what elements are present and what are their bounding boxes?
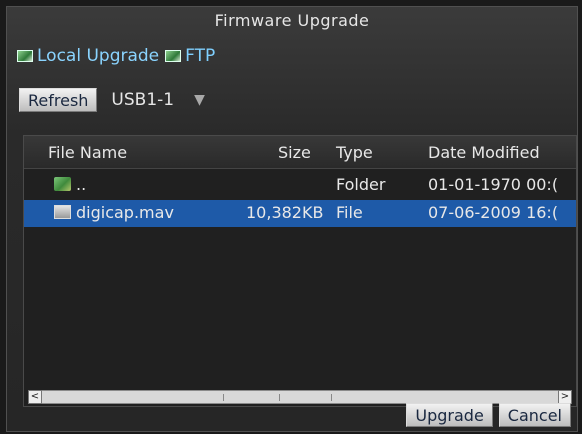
column-divider-tick: [279, 394, 280, 401]
file-date-modified: 07-06-2009 16:(: [428, 203, 559, 222]
column-divider-tick: [223, 394, 224, 401]
network-icon: [17, 50, 33, 62]
cancel-button[interactable]: Cancel: [498, 403, 571, 427]
column-divider-tick: [331, 394, 332, 401]
file-list-header: File Name Size Type Date Modified: [24, 136, 576, 169]
file-name: digicap.mav: [76, 203, 174, 222]
dialog-footer: Upgrade Cancel: [406, 403, 571, 427]
column-header-type[interactable]: Type: [336, 143, 373, 162]
window-title: Firmware Upgrade: [214, 11, 370, 30]
file-type: File: [336, 203, 363, 222]
tab-local-upgrade[interactable]: Local Upgrade: [17, 46, 159, 66]
tab-ftp[interactable]: FTP: [165, 46, 215, 66]
scroll-right-arrow-icon[interactable]: >: [558, 390, 572, 404]
toolbar: Refresh USB1-1 ▼: [19, 87, 205, 113]
file-name: ..: [76, 175, 87, 194]
horizontal-scrollbar[interactable]: < >: [28, 390, 572, 404]
tab-local-upgrade-label: Local Upgrade: [37, 46, 160, 66]
scrollbar-track[interactable]: [43, 391, 557, 403]
column-header-date-modified[interactable]: Date Modified: [428, 143, 540, 162]
file-row-digicap[interactable]: digicap.mav 10,382KB File 07-06-2009 16:…: [24, 200, 576, 227]
upgrade-button[interactable]: Upgrade: [406, 403, 493, 427]
file-size: 10,382KB: [246, 203, 324, 222]
device-select[interactable]: USB1-1 ▼: [111, 90, 204, 110]
file-type: Folder: [336, 175, 386, 194]
folder-icon: [54, 177, 71, 191]
column-header-file-name[interactable]: File Name: [48, 143, 127, 162]
tab-bar: Local Upgrade FTP: [17, 43, 215, 69]
file-date-modified: 01-01-1970 00:(: [428, 175, 559, 194]
chevron-down-icon: ▼: [194, 92, 205, 108]
refresh-button[interactable]: Refresh: [19, 88, 98, 112]
tab-ftp-label: FTP: [185, 46, 216, 66]
file-icon: [54, 205, 71, 219]
firmware-upgrade-window: Firmware Upgrade Local Upgrade FTP Refre…: [6, 6, 578, 432]
file-list: File Name Size Type Date Modified .. Fol…: [23, 135, 577, 407]
network-icon: [165, 50, 182, 62]
file-row-parent-folder[interactable]: .. Folder 01-01-1970 00:(: [24, 172, 576, 199]
scroll-left-arrow-icon[interactable]: <: [28, 390, 42, 404]
column-header-size[interactable]: Size: [278, 143, 311, 162]
device-select-value: USB1-1: [111, 90, 175, 110]
